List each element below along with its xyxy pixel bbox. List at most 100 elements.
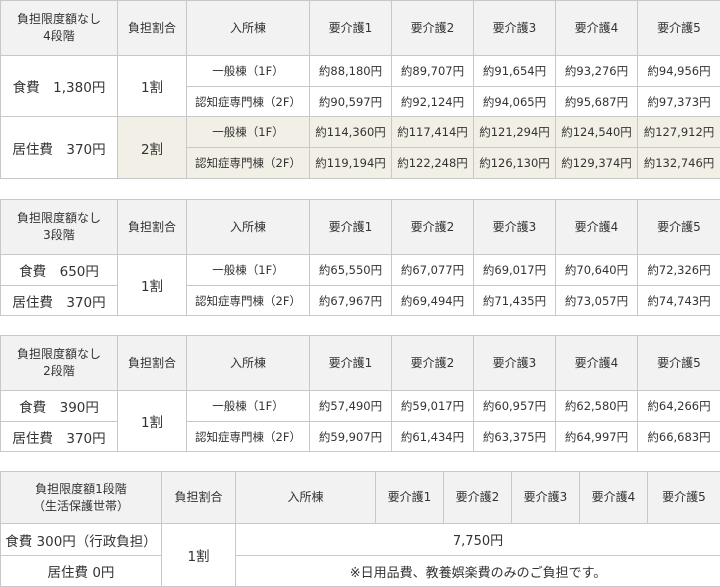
care-level-header: 要介護3 <box>473 199 556 255</box>
table-header-row: 負担限度額なし 2段階 負担割合 入所棟 要介護1 要介護2 要介護3 要介護4 … <box>0 335 720 391</box>
fee-cell: 約59,907円 <box>309 421 392 452</box>
fee-cell: 約66,683円 <box>637 421 720 452</box>
fee-cell: 約64,266円 <box>637 390 720 422</box>
fee-cell: 約114,360円 <box>309 116 392 148</box>
ratio-cell: 2割 <box>117 116 187 179</box>
ratio-cell: 1割 <box>117 55 187 117</box>
fee-cell: 約74,743円 <box>637 285 720 316</box>
fee-cell: 約65,550円 <box>309 254 392 286</box>
fee-cell: 約62,580円 <box>555 390 638 422</box>
cost-cell: 食費 390円 <box>0 390 118 422</box>
fee-table-level2: 負担限度額なし 2段階 負担割合 入所棟 要介護1 要介護2 要介護3 要介護4 … <box>0 335 720 452</box>
fee-cell: 約91,654円 <box>473 55 556 87</box>
care-level-header: 要介護1 <box>375 471 444 524</box>
care-level-header: 要介護2 <box>391 0 474 56</box>
table-header-row: 負担限度額1段階 （生活保護世帯） 負担割合 入所棟 要介護1 要介護2 要介護3… <box>0 471 720 524</box>
fee-cell: 約132,746円 <box>637 147 720 179</box>
fee-cell: 約69,017円 <box>473 254 556 286</box>
ratio-cell: 1割 <box>161 523 236 587</box>
building-header: 入所棟 <box>235 471 376 524</box>
building-cell: 認知症専門棟（2F） <box>186 285 310 316</box>
care-level-header: 要介護4 <box>555 199 638 255</box>
care-level-header: 要介護1 <box>309 0 392 56</box>
fee-cell: 約73,057円 <box>555 285 638 316</box>
building-cell: 認知症専門棟（2F） <box>186 421 310 452</box>
ratio-header: 負担割合 <box>117 199 187 255</box>
care-level-header: 要介護2 <box>391 199 474 255</box>
fee-cell: 約92,124円 <box>391 86 474 117</box>
limit-header: 負担限度額1段階 （生活保護世帯） <box>0 471 162 524</box>
limit-header: 負担限度額なし 2段階 <box>0 335 118 391</box>
fee-cell: 約61,434円 <box>391 421 474 452</box>
fee-cell: 約126,130円 <box>473 147 556 179</box>
table-row: 居住費 370円 2割 一般棟（1F） 約114,360円 約117,414円 … <box>0 116 720 179</box>
cost-cell: 食費 300円（行政負担） <box>0 523 162 556</box>
care-level-header: 要介護5 <box>637 0 720 56</box>
care-level-header: 要介護1 <box>309 335 392 391</box>
ratio-header: 負担割合 <box>161 471 236 524</box>
care-level-header: 要介護3 <box>511 471 580 524</box>
fee-cell: 約72,326円 <box>637 254 720 286</box>
fee-cell: 約121,294円 <box>473 116 556 148</box>
building-cell: 一般棟（1F） <box>186 116 310 148</box>
fee-cell: 約94,065円 <box>473 86 556 117</box>
care-level-header: 要介護2 <box>443 471 512 524</box>
table-row: 食費 390円 1割 一般棟（1F） 約57,490円 約59,017円 約60… <box>0 390 720 452</box>
cost-cell: 食費 1,380円 <box>0 55 118 117</box>
fee-cell: 約94,956円 <box>637 55 720 87</box>
cost-cell: 居住費 0円 <box>0 555 162 587</box>
cost-cell: 居住費 370円 <box>0 285 118 316</box>
fee-cell: 約67,967円 <box>309 285 392 316</box>
table-row: 食費 1,380円 1割 一般棟（1F） 約88,180円 約89,707円 約… <box>0 55 720 117</box>
fee-cell: 約119,194円 <box>309 147 392 179</box>
note-cell: ※日用品費、教養娯楽費のみのご負担です。 <box>235 555 720 587</box>
table-row: 居住費 0円 ※日用品費、教養娯楽費のみのご負担です。 <box>0 555 720 587</box>
limit-header: 負担限度額なし 4段階 <box>0 0 118 56</box>
care-level-header: 要介護5 <box>637 199 720 255</box>
ratio-cell: 1割 <box>117 254 187 316</box>
fee-cell: 約95,687円 <box>555 86 638 117</box>
building-header: 入所棟 <box>186 199 310 255</box>
fee-cell: 約57,490円 <box>309 390 392 422</box>
care-level-header: 要介護5 <box>647 471 720 524</box>
ratio-header: 負担割合 <box>117 0 187 56</box>
cost-cell: 居住費 370円 <box>0 421 118 452</box>
fee-table-level1: 負担限度額1段階 （生活保護世帯） 負担割合 入所棟 要介護1 要介護2 要介護3… <box>0 471 720 587</box>
table-row: 居住費 370円 認知症専門棟（2F） 約67,967円 約69,494円 約7… <box>0 285 720 316</box>
table-header-row: 負担限度額なし 4段階 負担割合 入所棟 要介護1 要介護2 要介護3 要介護4 … <box>0 0 720 56</box>
ratio-cell: 1割 <box>117 390 187 452</box>
care-level-header: 要介護3 <box>473 0 556 56</box>
table-row: 食費 300円（行政負担） 1割 7,750円 <box>0 523 720 587</box>
fee-cell: 約60,957円 <box>473 390 556 422</box>
building-header: 入所棟 <box>186 0 310 56</box>
table-row: 居住費 370円 認知症専門棟（2F） 約59,907円 約61,434円 約6… <box>0 421 720 452</box>
fee-cell: 約124,540円 <box>555 116 638 148</box>
care-level-header: 要介護4 <box>555 0 638 56</box>
fee-cell: 約88,180円 <box>309 55 392 87</box>
ratio-header: 負担割合 <box>117 335 187 391</box>
fee-cell: 約122,248円 <box>391 147 474 179</box>
care-level-header: 要介護1 <box>309 199 392 255</box>
fee-cell: 約90,597円 <box>309 86 392 117</box>
fee-cell: 約70,640円 <box>555 254 638 286</box>
building-cell: 一般棟（1F） <box>186 390 310 422</box>
building-cell: 一般棟（1F） <box>186 254 310 286</box>
care-level-header: 要介護4 <box>579 471 648 524</box>
care-level-header: 要介護5 <box>637 335 720 391</box>
building-cell: 認知症専門棟（2F） <box>186 86 310 117</box>
building-cell: 一般棟（1F） <box>186 55 310 87</box>
cost-cell: 食費 650円 <box>0 254 118 286</box>
fee-cell: 約127,912円 <box>637 116 720 148</box>
table-header-row: 負担限度額なし 3段階 負担割合 入所棟 要介護1 要介護2 要介護3 要介護4 … <box>0 199 720 255</box>
care-level-header: 要介護4 <box>555 335 638 391</box>
fee-cell: 約59,017円 <box>391 390 474 422</box>
fee-cell: 約63,375円 <box>473 421 556 452</box>
building-cell: 認知症専門棟（2F） <box>186 147 310 179</box>
monthly-amount-cell: 7,750円 <box>235 523 720 556</box>
table-row: 食費 650円 1割 一般棟（1F） 約65,550円 約67,077円 約69… <box>0 254 720 316</box>
fee-cell: 約93,276円 <box>555 55 638 87</box>
fee-cell: 約97,373円 <box>637 86 720 117</box>
building-header: 入所棟 <box>186 335 310 391</box>
fee-cell: 約71,435円 <box>473 285 556 316</box>
fee-cell: 約64,997円 <box>555 421 638 452</box>
